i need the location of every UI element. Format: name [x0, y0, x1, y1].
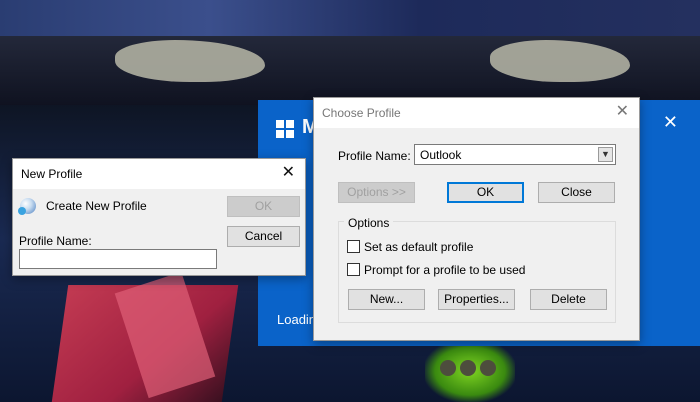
choose-profile-close-action-button[interactable]: Close — [538, 182, 615, 203]
set-default-profile-checkbox-row[interactable]: Set as default profile — [347, 239, 473, 254]
profile-name-select[interactable]: Outlook ▼ — [414, 144, 616, 165]
prompt-profile-checkbox-row[interactable]: Prompt for a profile to be used — [347, 262, 525, 277]
new-profile-button[interactable]: New... — [348, 289, 425, 310]
choose-profile-dialog: Choose Profile ✕ Profile Name: Outlook ▼… — [313, 97, 640, 341]
windows-logo-icon — [276, 120, 295, 139]
set-default-profile-checkbox[interactable] — [347, 240, 360, 254]
splash-close-button[interactable]: ✕ — [663, 112, 678, 133]
prompt-profile-label: Prompt for a profile to be used — [364, 262, 526, 277]
new-profile-ok-button[interactable]: OK — [227, 196, 300, 217]
new-profile-titlebar[interactable]: New Profile ✕ — [13, 159, 305, 189]
choose-profile-titlebar[interactable]: Choose Profile ✕ — [314, 98, 639, 128]
new-profile-body: Create New Profile Profile Name: OK Canc… — [13, 189, 305, 275]
options-group-title: Options — [344, 216, 394, 230]
prompt-profile-checkbox[interactable] — [347, 263, 360, 277]
choose-profile-close-button[interactable]: ✕ — [616, 104, 629, 120]
new-profile-heading: Create New Profile — [46, 199, 147, 213]
wallpaper-dot — [440, 360, 456, 376]
splash-loading-text: Loadin — [277, 312, 317, 327]
new-profile-dialog: New Profile ✕ Create New Profile Profile… — [12, 158, 306, 276]
choose-profile-title: Choose Profile — [322, 106, 401, 120]
new-profile-title: New Profile — [21, 167, 83, 181]
new-profile-close-button[interactable]: ✕ — [282, 165, 295, 181]
set-default-profile-label: Set as default profile — [364, 239, 474, 254]
wallpaper-dot — [480, 360, 496, 376]
delete-profile-button[interactable]: Delete — [530, 289, 607, 310]
profile-name-label: Profile Name: — [338, 149, 411, 163]
choose-profile-ok-button[interactable]: OK — [447, 182, 524, 203]
chevron-down-icon[interactable]: ▼ — [598, 147, 613, 162]
options-toggle-button[interactable]: Options >> — [338, 182, 415, 203]
profile-name-selected: Outlook — [420, 148, 462, 162]
wallpaper-dot — [460, 360, 476, 376]
profile-wizard-icon — [18, 198, 36, 215]
profile-properties-button[interactable]: Properties... — [438, 289, 515, 310]
profile-name-input[interactable] — [19, 249, 217, 269]
new-profile-cancel-button[interactable]: Cancel — [227, 226, 300, 247]
profile-name-label: Profile Name: — [19, 234, 92, 248]
